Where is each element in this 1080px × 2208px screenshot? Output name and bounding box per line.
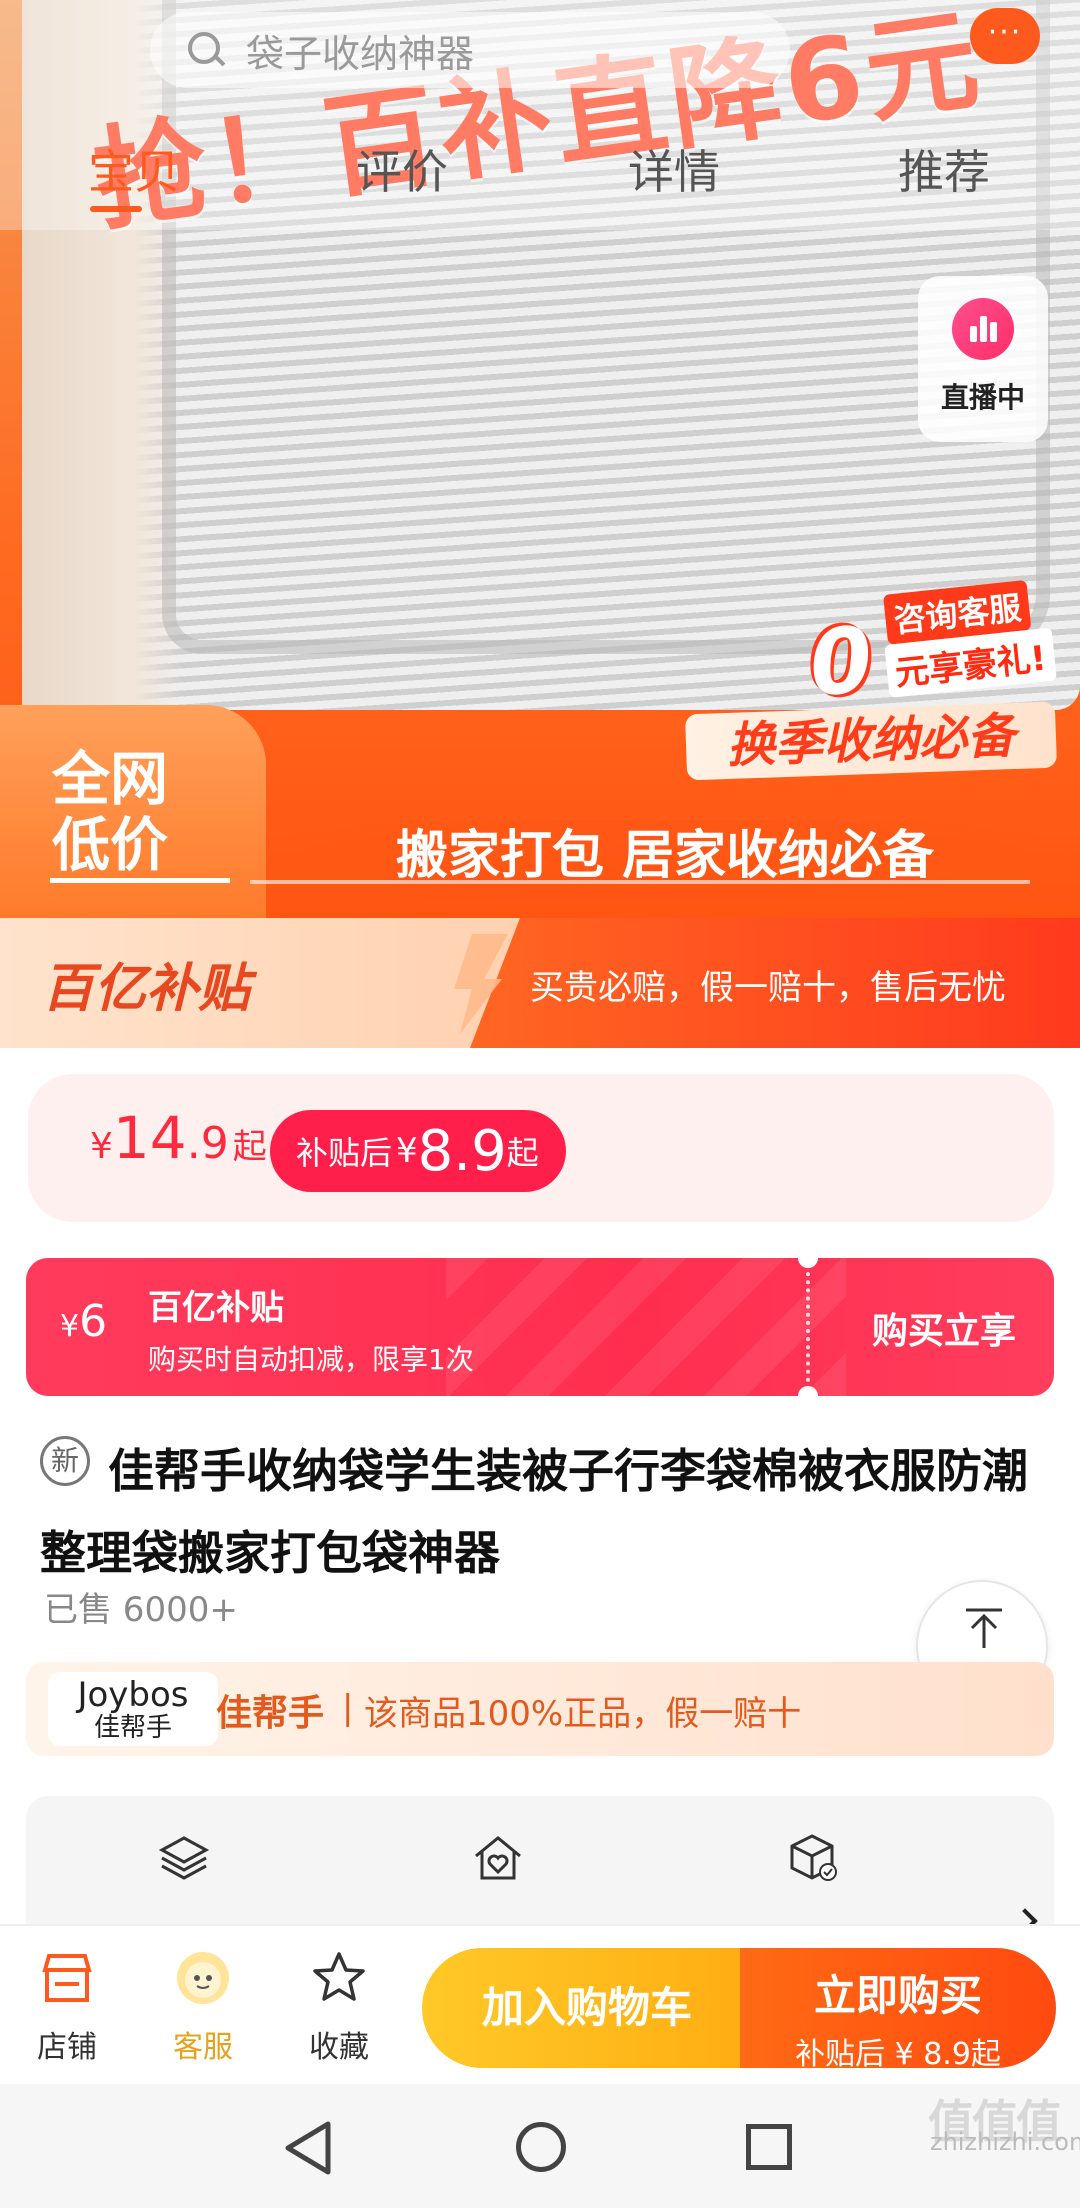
live-stream-badge[interactable]: 直播中 <box>918 276 1048 442</box>
add-to-cart-button[interactable]: 加入购物车 <box>422 1948 752 2068</box>
brand-guarantee-bar[interactable]: Joybos 佳帮手 佳帮手 | 该商品100%正品，假一赔十 <box>26 1662 1054 1756</box>
buy-now-subsidy-price: 补贴后 ¥ 8.9起 <box>795 2037 1001 2072</box>
original-price: ¥14.9 起 <box>90 1104 267 1172</box>
subsidy-price-currency: ¥ <box>396 1131 418 1171</box>
season-tag: 换季收纳必备 <box>684 701 1058 781</box>
coupon-divider <box>806 1264 810 1390</box>
product-detail-page: 抢！百补直降6元 袋子收纳神器 ··· 宝贝 评价 详情 推荐 直播中 0 咨询… <box>0 0 1080 2208</box>
subsidy-logo: 百亿补贴 <box>42 959 251 1019</box>
subsidy-price-suffix: 起 <box>506 1134 539 1172</box>
customer-service-button[interactable]: 客服 <box>138 1948 268 2066</box>
subsidy-banner[interactable]: 百亿补贴 买贵必赔，假一赔十，售后无忧 <box>0 918 1080 1048</box>
buy-now-label: 立即购买 <box>813 1971 982 2020</box>
system-navigation-bar <box>0 2084 1080 2208</box>
back-nav-icon[interactable] <box>282 2120 334 2176</box>
consult-zero: 0 <box>804 606 878 718</box>
coupon-title: 百亿补贴 <box>148 1288 284 1328</box>
tab-item[interactable]: 宝贝 <box>88 136 180 202</box>
shop-label: 店铺 <box>37 2030 97 2065</box>
low-price-badge: 全网 低价 <box>0 705 266 918</box>
price-currency: ¥ <box>90 1126 113 1167</box>
slogan-underline <box>250 880 1030 884</box>
sold-count: 已售 6000+ <box>44 1590 238 1630</box>
price-integer: 14 <box>112 1104 187 1172</box>
active-tab-indicator <box>90 206 142 212</box>
live-label: 直播中 <box>940 381 1025 414</box>
search-icon <box>186 30 226 70</box>
live-bars-icon <box>952 298 1014 360</box>
subsidy-coupon[interactable]: ¥6 百亿补贴 购买时自动扣减，限享1次 购买立享 <box>26 1258 1054 1396</box>
brand-logo-cn: 佳帮手 <box>93 1713 172 1743</box>
brand-logo: Joybos 佳帮手 <box>48 1672 218 1746</box>
product-title: 佳帮手收纳袋学生装被子行李袋棉被衣服防潮整理袋搬家打包袋神器 <box>40 1444 1028 1580</box>
package-check-icon <box>790 1834 837 1881</box>
star-icon <box>313 1952 365 2001</box>
tab-recommend[interactable]: 推荐 <box>898 136 990 202</box>
coupon-amount: ¥6 <box>60 1296 107 1347</box>
low-price-underline <box>50 878 230 883</box>
brand-logo-en: Joybos <box>77 1675 189 1715</box>
coupon-description: 购买时自动扣减，限享1次 <box>148 1343 474 1376</box>
bottom-action-bar: 店铺 客服 收藏 加入购物车 立即购买 补贴后 ¥ 8.9起 <box>0 1924 1080 2084</box>
tab-reviews[interactable]: 评价 <box>356 136 448 202</box>
shop-icon <box>42 1954 92 2002</box>
subsidy-guarantee-text: 买贵必赔，假一赔十，售后无忧 <box>530 968 1006 1008</box>
coupon-action-button[interactable]: 购买立享 <box>872 1302 1016 1354</box>
hero-banner[interactable]: 抢！百补直降6元 袋子收纳神器 ··· 宝贝 评价 详情 推荐 直播中 0 咨询… <box>0 0 1080 918</box>
watermark-url: zhizhizhi.com <box>930 2128 1080 2156</box>
tab-details[interactable]: 详情 <box>628 136 720 202</box>
home-nav-icon[interactable] <box>516 2122 566 2172</box>
more-button[interactable]: ··· <box>970 8 1040 64</box>
hero-slogan: 搬家打包 居家收纳必备 <box>250 820 1080 900</box>
shop-button[interactable]: 店铺 <box>2 1948 132 2066</box>
detail-tabs: 宝贝 评价 详情 推荐 <box>0 136 1080 216</box>
brand-name: 佳帮手 <box>216 1693 325 1734</box>
layers-icon <box>158 1836 210 1880</box>
low-price-line2: 低价 <box>52 811 169 879</box>
arrow-up-icon <box>966 1608 1002 1648</box>
home-heart-icon <box>475 1836 521 1880</box>
price-card: ¥14.9 起 补贴后 ¥8.9 起 <box>28 1074 1054 1222</box>
price-suffix: 起 <box>232 1127 267 1167</box>
recent-apps-icon[interactable] <box>746 2124 792 2170</box>
favorite-button[interactable]: 收藏 <box>274 1948 404 2066</box>
subsidy-price-label: 补贴后 <box>296 1134 393 1172</box>
buy-now-button[interactable]: 立即购买 补贴后 ¥ 8.9起 <box>740 1948 1056 2072</box>
favorite-label: 收藏 <box>309 2030 369 2065</box>
price-decimal: .9 <box>186 1118 229 1169</box>
subsidy-price-value: 8.9 <box>417 1118 507 1184</box>
brand-claim: 该商品100%正品，假一赔十 <box>364 1694 802 1734</box>
service-label: 客服 <box>173 2030 233 2065</box>
coupon-currency: ¥ <box>60 1309 80 1344</box>
subsidized-price-pill: 补贴后 ¥8.9 起 <box>270 1110 566 1192</box>
coupon-amount-value: 6 <box>79 1296 108 1347</box>
coupon-stripes <box>446 1258 846 1396</box>
low-price-line1: 全网 <box>52 745 169 813</box>
service-avatar-icon <box>177 1952 229 2004</box>
top-overlay-bar: 袋子收纳神器 ··· 宝贝 评价 详情 推荐 <box>0 0 1080 230</box>
search-input[interactable]: 袋子收纳神器 <box>246 23 474 78</box>
brand-separator: | <box>342 1688 354 1728</box>
search-bar[interactable]: 袋子收纳神器 <box>150 12 790 88</box>
